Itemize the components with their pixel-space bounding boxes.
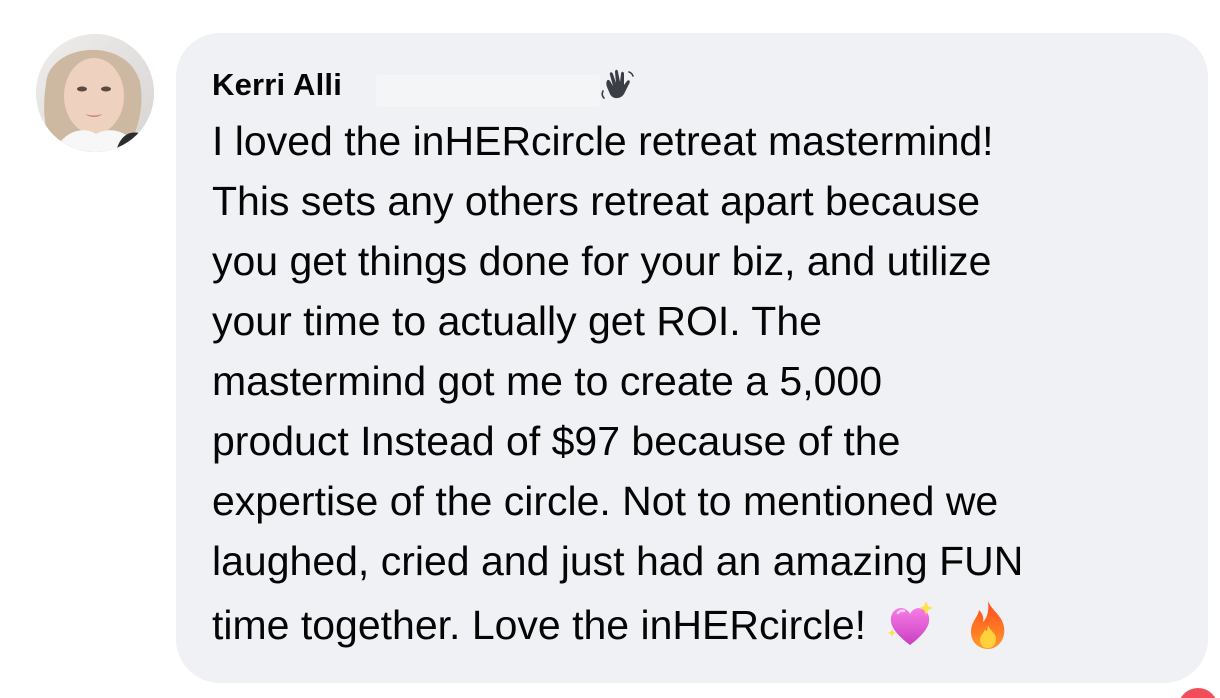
comment-body: I loved the inHERcircle retreat mastermi…	[212, 111, 1192, 655]
comment-line: laughed, cried and just had an amazing F…	[212, 538, 1024, 584]
author-row: Kerri Allice	[212, 63, 635, 107]
comment-line: mastermind got me to create a 5,000	[212, 358, 883, 404]
sparkling-heart-icon	[887, 601, 934, 645]
avatar-photo	[36, 34, 154, 152]
comment-line: expertise of the circle. Not to mentione…	[212, 478, 999, 524]
comment-line: you get things done for your biz, and ut…	[212, 238, 992, 284]
avatar[interactable]	[36, 34, 154, 152]
comment-line: This sets any others retreat apart becau…	[212, 178, 981, 224]
comment-line: I loved the inHERcircle retreat mastermi…	[212, 118, 994, 164]
comment-bubble: Kerri Allice I loved the inHERcircle ret…	[176, 33, 1208, 683]
waving-hand-icon	[601, 69, 634, 99]
author-name-start: Kerri Alli	[212, 67, 343, 102]
comment-container: Kerri Allice I loved the inHERcircle ret…	[0, 0, 1220, 698]
fire-icon	[970, 601, 1005, 649]
comment-line: your time to actually get ROI. The	[212, 298, 822, 344]
name-redaction	[376, 75, 600, 107]
comment-last-line: time together. Love the inHERcircle!	[212, 595, 1192, 655]
comment-line: time together. Love the inHERcircle!	[212, 602, 867, 648]
reaction-badge[interactable]	[1178, 688, 1218, 698]
author-name[interactable]: Kerri Allice	[212, 67, 600, 107]
comment-line: product Instead of $97 because of the	[212, 418, 901, 464]
